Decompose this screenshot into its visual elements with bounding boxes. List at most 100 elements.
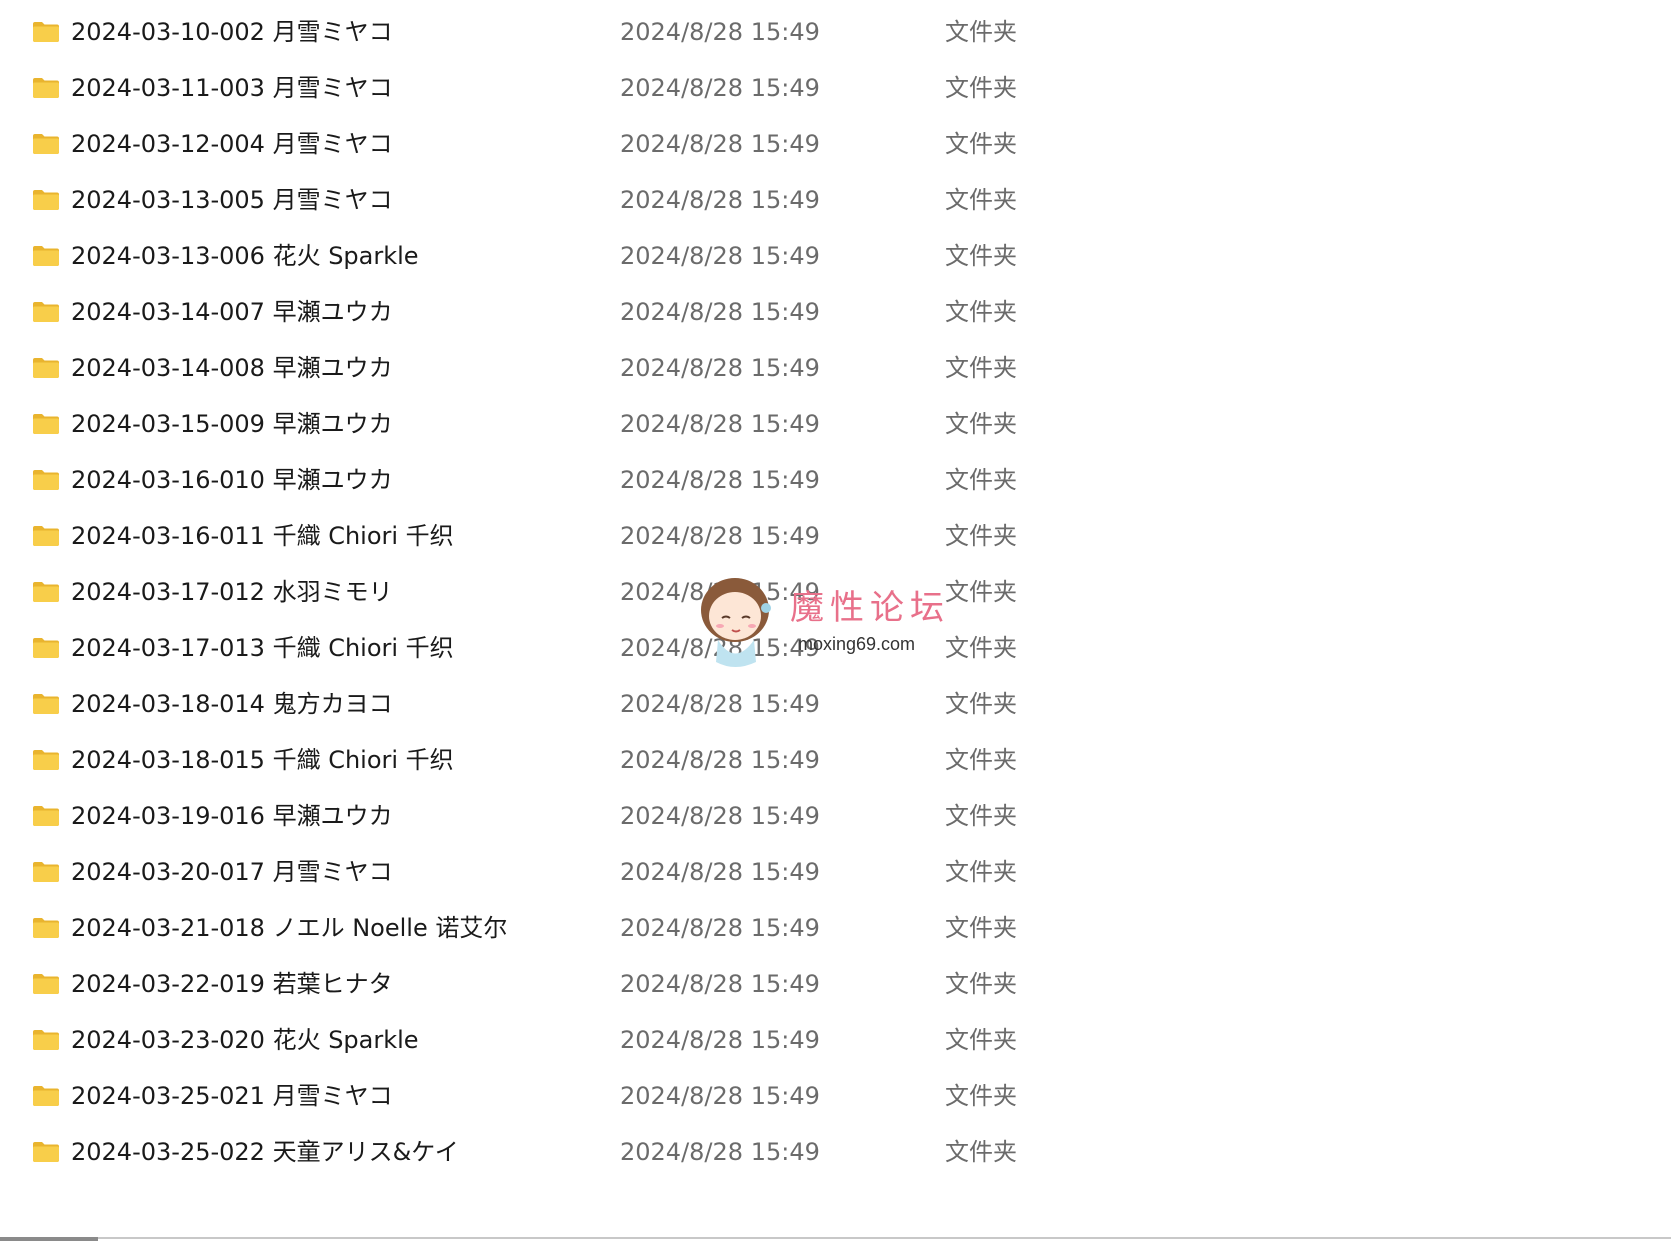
file-name: 2024-03-17-013 千織 Chiori 千织 (71, 634, 454, 662)
file-type: 文件夹 (945, 690, 1017, 718)
file-type: 文件夹 (945, 186, 1017, 214)
file-date-modified: 2024/8/28 15:49 (620, 466, 820, 494)
file-type: 文件夹 (945, 1138, 1017, 1166)
folder-icon (33, 22, 59, 42)
folder-icon (33, 302, 59, 322)
file-row[interactable]: 2024-03-16-011 千織 Chiori 千织 2024/8/28 15:… (0, 508, 1671, 564)
file-date-modified: 2024/8/28 15:49 (620, 1082, 820, 1110)
file-type: 文件夹 (945, 802, 1017, 830)
file-type: 文件夹 (945, 970, 1017, 998)
folder-icon (33, 694, 59, 714)
file-type: 文件夹 (945, 466, 1017, 494)
file-row[interactable]: 2024-03-17-013 千織 Chiori 千织 2024/8/28 15:… (0, 620, 1671, 676)
file-type: 文件夹 (945, 1026, 1017, 1054)
file-type: 文件夹 (945, 858, 1017, 886)
horizontal-divider (0, 1237, 1671, 1239)
file-row[interactable]: 2024-03-13-005 月雪ミヤコ 2024/8/28 15:49 文件夹 (0, 172, 1671, 228)
folder-icon (33, 190, 59, 210)
horizontal-scrollbar-thumb[interactable] (0, 1237, 98, 1241)
folder-icon (33, 134, 59, 154)
folder-icon (33, 470, 59, 490)
file-date-modified: 2024/8/28 15:49 (620, 970, 820, 998)
folder-icon (33, 806, 59, 826)
file-name: 2024-03-14-007 早瀬ユウカ (71, 298, 393, 326)
file-row[interactable]: 2024-03-17-012 水羽ミモリ 2024/8/28 15:49 文件夹 (0, 564, 1671, 620)
file-row[interactable]: 2024-03-25-021 月雪ミヤコ 2024/8/28 15:49 文件夹 (0, 1068, 1671, 1124)
file-row[interactable]: 2024-03-12-004 月雪ミヤコ 2024/8/28 15:49 文件夹 (0, 116, 1671, 172)
file-name: 2024-03-18-015 千織 Chiori 千织 (71, 746, 454, 774)
file-type: 文件夹 (945, 746, 1017, 774)
file-name: 2024-03-12-004 月雪ミヤコ (71, 130, 393, 158)
file-row[interactable]: 2024-03-10-002 月雪ミヤコ 2024/8/28 15:49 文件夹 (0, 4, 1671, 60)
file-date-modified: 2024/8/28 15:49 (620, 746, 820, 774)
file-name: 2024-03-23-020 花火 Sparkle (71, 1026, 419, 1054)
file-row[interactable]: 2024-03-20-017 月雪ミヤコ 2024/8/28 15:49 文件夹 (0, 844, 1671, 900)
file-name: 2024-03-14-008 早瀬ユウカ (71, 354, 393, 382)
file-name: 2024-03-21-018 ノエル Noelle 诺艾尔 (71, 914, 508, 942)
file-row[interactable]: 2024-03-13-006 花火 Sparkle 2024/8/28 15:49… (0, 228, 1671, 284)
file-name: 2024-03-20-017 月雪ミヤコ (71, 858, 393, 886)
file-type: 文件夹 (945, 634, 1017, 662)
folder-icon (33, 414, 59, 434)
file-date-modified: 2024/8/28 15:49 (620, 914, 820, 942)
file-row[interactable]: 2024-03-21-018 ノエル Noelle 诺艾尔 2024/8/28 1… (0, 900, 1671, 956)
folder-icon (33, 638, 59, 658)
file-name: 2024-03-15-009 早瀬ユウカ (71, 410, 393, 438)
file-date-modified: 2024/8/28 15:49 (620, 410, 820, 438)
file-row[interactable]: 2024-03-19-016 早瀬ユウカ 2024/8/28 15:49 文件夹 (0, 788, 1671, 844)
file-row[interactable]: 2024-03-16-010 早瀬ユウカ 2024/8/28 15:49 文件夹 (0, 452, 1671, 508)
file-date-modified: 2024/8/28 15:49 (620, 130, 820, 158)
file-type: 文件夹 (945, 354, 1017, 382)
folder-icon (33, 918, 59, 938)
file-date-modified: 2024/8/28 15:49 (620, 354, 820, 382)
file-row[interactable]: 2024-03-14-008 早瀬ユウカ 2024/8/28 15:49 文件夹 (0, 340, 1671, 396)
folder-icon (33, 1030, 59, 1050)
folder-icon (33, 526, 59, 546)
file-type: 文件夹 (945, 410, 1017, 438)
file-date-modified: 2024/8/28 15:49 (620, 690, 820, 718)
file-row[interactable]: 2024-03-18-015 千織 Chiori 千织 2024/8/28 15:… (0, 732, 1671, 788)
file-date-modified: 2024/8/28 15:49 (620, 186, 820, 214)
file-row[interactable]: 2024-03-14-007 早瀬ユウカ 2024/8/28 15:49 文件夹 (0, 284, 1671, 340)
file-date-modified: 2024/8/28 15:49 (620, 298, 820, 326)
file-row[interactable]: 2024-03-11-003 月雪ミヤコ 2024/8/28 15:49 文件夹 (0, 60, 1671, 116)
file-row[interactable]: 2024-03-18-014 鬼方カヨコ 2024/8/28 15:49 文件夹 (0, 676, 1671, 732)
folder-icon (33, 246, 59, 266)
file-type: 文件夹 (945, 914, 1017, 942)
file-name: 2024-03-13-005 月雪ミヤコ (71, 186, 393, 214)
file-date-modified: 2024/8/28 15:49 (620, 522, 820, 550)
file-name: 2024-03-13-006 花火 Sparkle (71, 242, 419, 270)
file-type: 文件夹 (945, 578, 1017, 606)
file-type: 文件夹 (945, 298, 1017, 326)
file-date-modified: 2024/8/28 15:49 (620, 1026, 820, 1054)
file-name: 2024-03-11-003 月雪ミヤコ (71, 74, 393, 102)
file-type: 文件夹 (945, 18, 1017, 46)
file-name: 2024-03-10-002 月雪ミヤコ (71, 18, 393, 46)
folder-icon (33, 862, 59, 882)
file-name: 2024-03-25-021 月雪ミヤコ (71, 1082, 393, 1110)
file-row[interactable]: 2024-03-22-019 若葉ヒナタ 2024/8/28 15:49 文件夹 (0, 956, 1671, 1012)
file-name: 2024-03-18-014 鬼方カヨコ (71, 690, 393, 718)
folder-icon (33, 358, 59, 378)
file-name: 2024-03-25-022 天童アリス&ケイ (71, 1138, 459, 1166)
file-name: 2024-03-17-012 水羽ミモリ (71, 578, 393, 606)
file-name: 2024-03-22-019 若葉ヒナタ (71, 970, 393, 998)
file-type: 文件夹 (945, 130, 1017, 158)
folder-icon (33, 1086, 59, 1106)
folder-icon (33, 974, 59, 994)
file-name: 2024-03-19-016 早瀬ユウカ (71, 802, 393, 830)
file-row[interactable]: 2024-03-15-009 早瀬ユウカ 2024/8/28 15:49 文件夹 (0, 396, 1671, 452)
file-name: 2024-03-16-011 千織 Chiori 千织 (71, 522, 454, 550)
file-date-modified: 2024/8/28 15:49 (620, 802, 820, 830)
file-date-modified: 2024/8/28 15:49 (620, 634, 820, 662)
file-type: 文件夹 (945, 74, 1017, 102)
folder-icon (33, 582, 59, 602)
file-date-modified: 2024/8/28 15:49 (620, 242, 820, 270)
file-row[interactable]: 2024-03-25-022 天童アリス&ケイ 2024/8/28 15:49 文件… (0, 1124, 1671, 1180)
folder-icon (33, 1142, 59, 1162)
file-type: 文件夹 (945, 522, 1017, 550)
file-date-modified: 2024/8/28 15:49 (620, 578, 820, 606)
file-type: 文件夹 (945, 1082, 1017, 1110)
file-row[interactable]: 2024-03-23-020 花火 Sparkle 2024/8/28 15:49… (0, 1012, 1671, 1068)
file-list: 2024-03-09-001 月雪ミヤコ2024/8/28 15:49文件夹20… (0, 0, 1671, 1180)
